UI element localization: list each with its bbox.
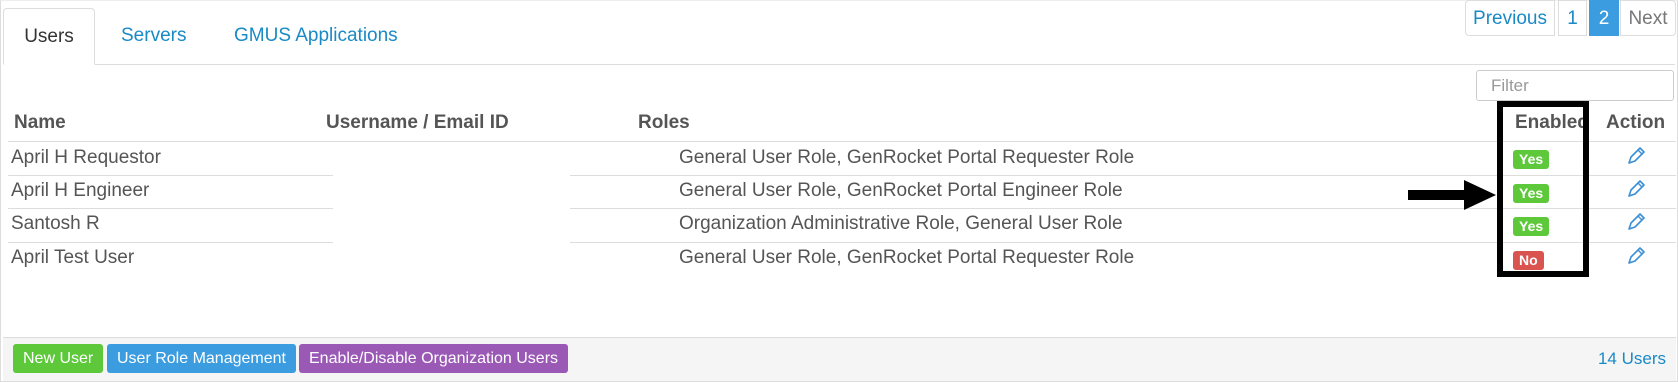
pagination-page-2[interactable]: 2 (1589, 0, 1619, 36)
new-user-button[interactable]: New User (13, 344, 104, 373)
tab-gmus-applications[interactable]: GMUS Applications (234, 8, 398, 64)
pencil-icon[interactable] (1625, 245, 1647, 267)
tab-bar: Users Servers GMUS Applications (3, 8, 1675, 65)
user-name: Santosh R (11, 213, 100, 234)
column-header-roles[interactable]: Roles (638, 112, 690, 134)
pagination-previous[interactable]: Previous (1465, 0, 1555, 36)
user-roles: General User Role, GenRocket Portal Engi… (679, 180, 1123, 201)
row-divider (8, 208, 333, 209)
row-divider (8, 242, 333, 243)
pencil-icon[interactable] (1625, 178, 1647, 200)
column-header-username[interactable]: Username / Email ID (326, 112, 509, 134)
header-divider (8, 141, 1676, 142)
column-header-name[interactable]: Name (14, 112, 66, 134)
pencil-icon[interactable] (1625, 145, 1647, 167)
user-roles: General User Role, GenRocket Portal Requ… (679, 147, 1135, 168)
user-name: April H Requestor (11, 147, 161, 168)
tab-users[interactable]: Users (3, 8, 95, 65)
user-roles: Organization Administrative Role, Genera… (679, 213, 1123, 234)
enable-disable-users-button[interactable]: Enable/Disable Organization Users (299, 344, 569, 373)
panel-footer: New User User Role Management Enable/Dis… (3, 337, 1676, 381)
pagination-page-1[interactable]: 1 (1558, 0, 1587, 36)
pagination-next[interactable]: Next (1620, 0, 1676, 36)
row-divider (8, 175, 333, 176)
tab-servers[interactable]: Servers (121, 8, 186, 64)
enabled-column-highlight (1497, 101, 1589, 277)
column-header-action: Action (1606, 112, 1666, 133)
user-role-management-button[interactable]: User Role Management (107, 344, 296, 373)
user-count[interactable]: 14 Users (1598, 349, 1666, 369)
user-name: April Test User (11, 247, 135, 268)
user-roles: General User Role, GenRocket Portal Requ… (679, 247, 1135, 268)
user-name: April H Engineer (11, 180, 150, 201)
filter-input[interactable] (1476, 70, 1674, 101)
pencil-icon[interactable] (1625, 211, 1647, 233)
arrow-right-icon (1408, 180, 1496, 210)
